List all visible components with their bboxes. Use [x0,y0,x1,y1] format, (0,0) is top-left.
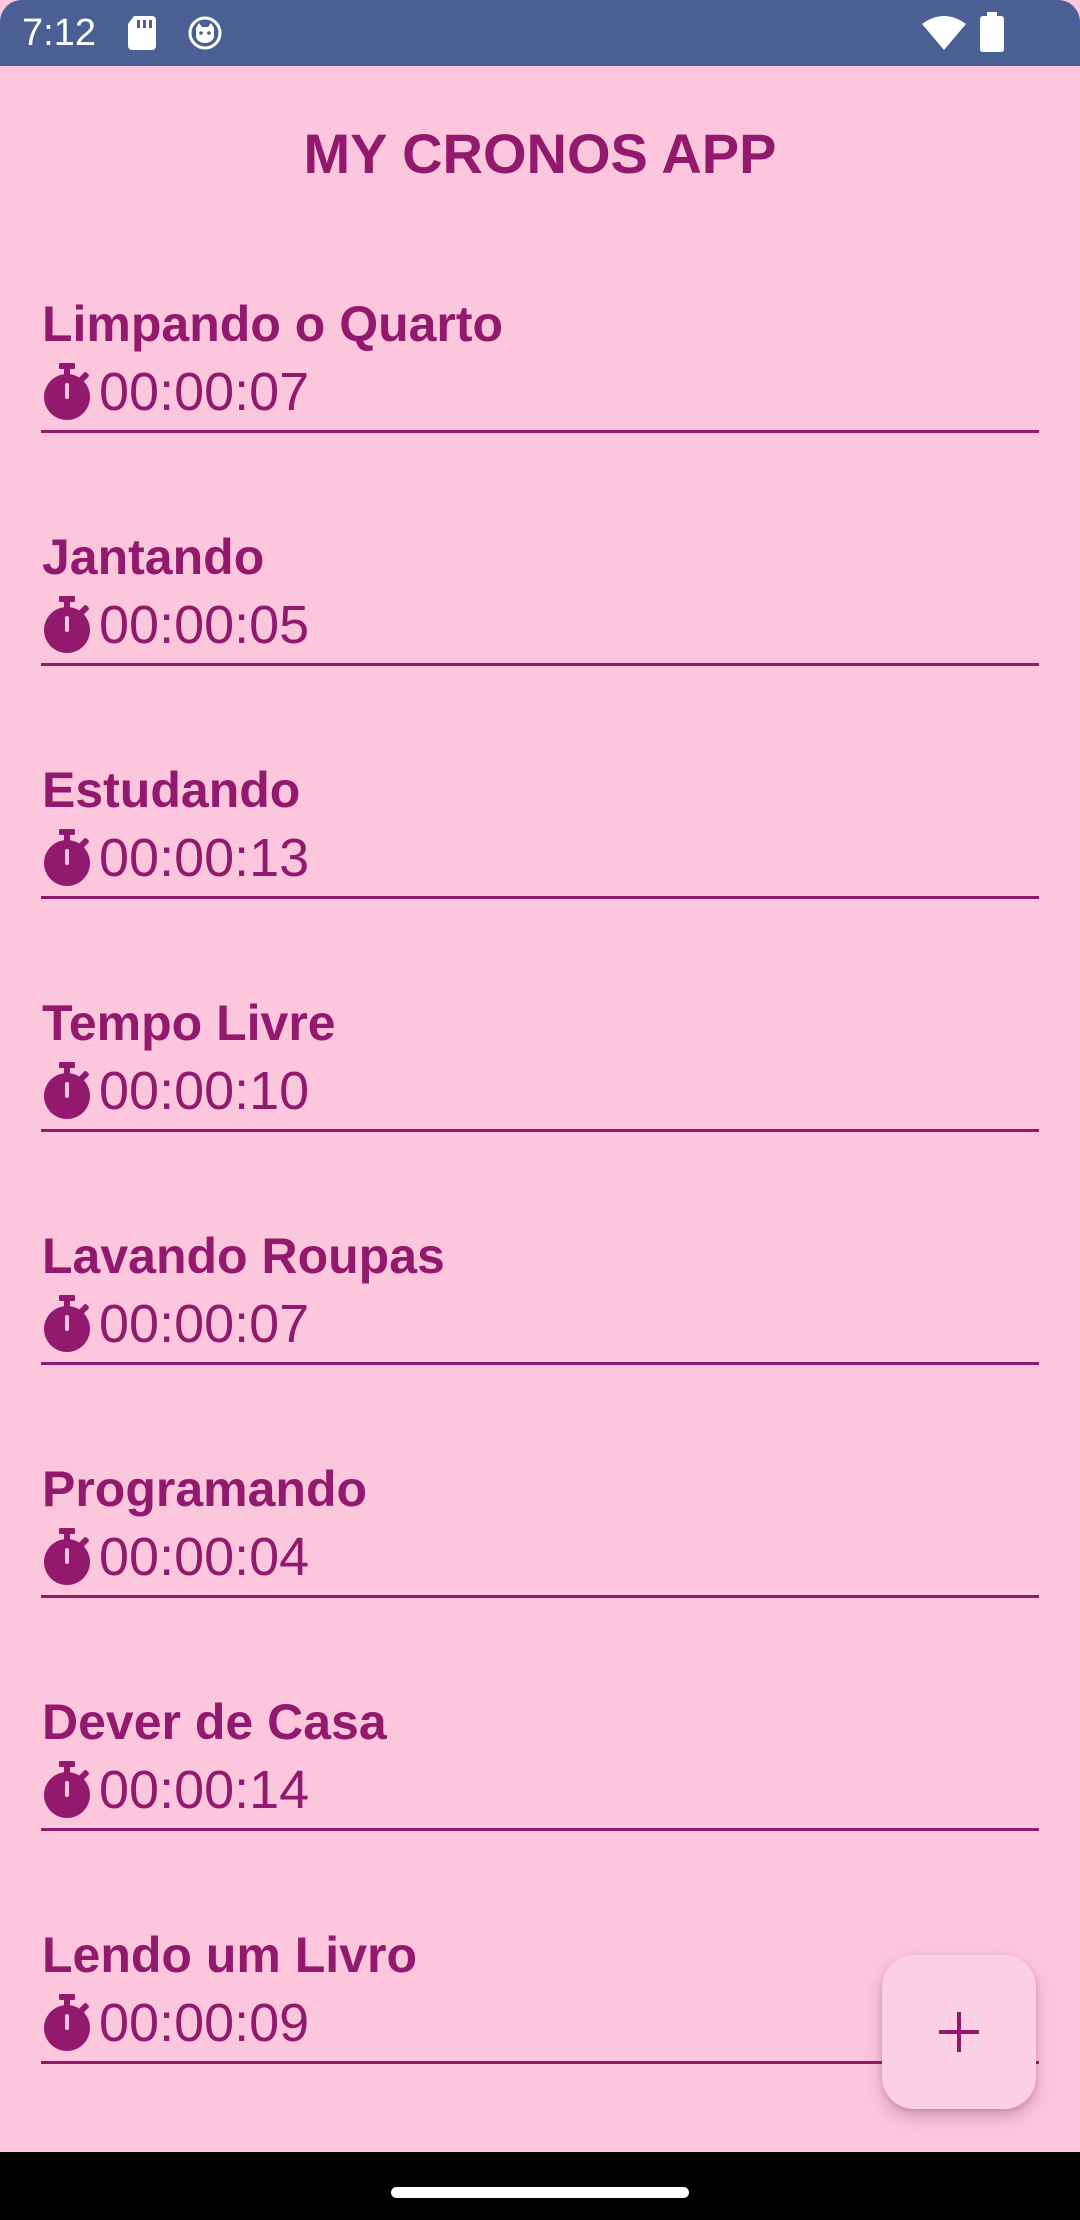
activity-name: Tempo Livre [42,995,336,1051]
timer-row: 00:00:13 [41,823,309,893]
stopwatch-icon [44,1295,90,1352]
timer-row: 00:00:09 [41,1988,309,2058]
timer-value: 00:00:05 [99,595,310,655]
timer-row: 00:00:05 [41,590,309,660]
timer-value: 00:00:09 [99,1993,310,2053]
activity-name: Dever de Casa [42,1694,387,1750]
home-gesture-handle[interactable] [391,2187,689,2198]
stopwatch-icon [44,1528,90,1585]
timer-value: 00:00:14 [99,1760,310,1820]
activity-name: Estudando [42,762,301,818]
timer-value: 00:00:10 [99,1061,310,1121]
activity-name: Lendo um Livro [42,1927,417,1983]
activity-list: Limpando o Quarto 00:00:07 Jantando 00:0… [0,0,1080,2220]
navigation-bar [0,2152,1080,2220]
activity-item[interactable]: Jantando 00:00:05 [41,526,1039,666]
activity-item[interactable]: Programando 00:00:04 [41,1458,1039,1598]
activity-item[interactable]: Limpando o Quarto 00:00:07 [41,293,1039,433]
timer-row: 00:00:07 [41,1289,309,1359]
stopwatch-icon [44,1761,90,1818]
stopwatch-icon [44,1994,90,2051]
stopwatch-icon [44,1062,90,1119]
activity-name: Jantando [42,529,265,585]
stopwatch-icon [44,596,90,653]
activity-name: Programando [42,1461,368,1517]
plus-icon [939,2012,979,2052]
activity-name: Lavando Roupas [42,1228,445,1284]
timer-row: 00:00:04 [41,1522,309,1592]
stopwatch-icon [44,829,90,886]
timer-value: 00:00:04 [99,1527,310,1587]
activity-item[interactable]: Lavando Roupas 00:00:07 [41,1225,1039,1365]
activity-item[interactable]: Dever de Casa 00:00:14 [41,1691,1039,1831]
add-activity-button[interactable] [882,1955,1036,2109]
stopwatch-icon [44,363,90,420]
timer-row: 00:00:07 [41,357,309,427]
timer-value: 00:00:07 [99,362,310,422]
timer-row: 00:00:14 [41,1755,309,1825]
activity-item[interactable]: Tempo Livre 00:00:10 [41,992,1039,1132]
activity-item[interactable]: Estudando 00:00:13 [41,759,1039,899]
timer-row: 00:00:10 [41,1056,309,1126]
timer-value: 00:00:13 [99,828,310,888]
activity-name: Limpando o Quarto [42,296,504,352]
timer-value: 00:00:07 [99,1294,310,1354]
app-screen: 7:12 MY CRONOS APP Limpando o Quarto 00:… [0,0,1080,2220]
